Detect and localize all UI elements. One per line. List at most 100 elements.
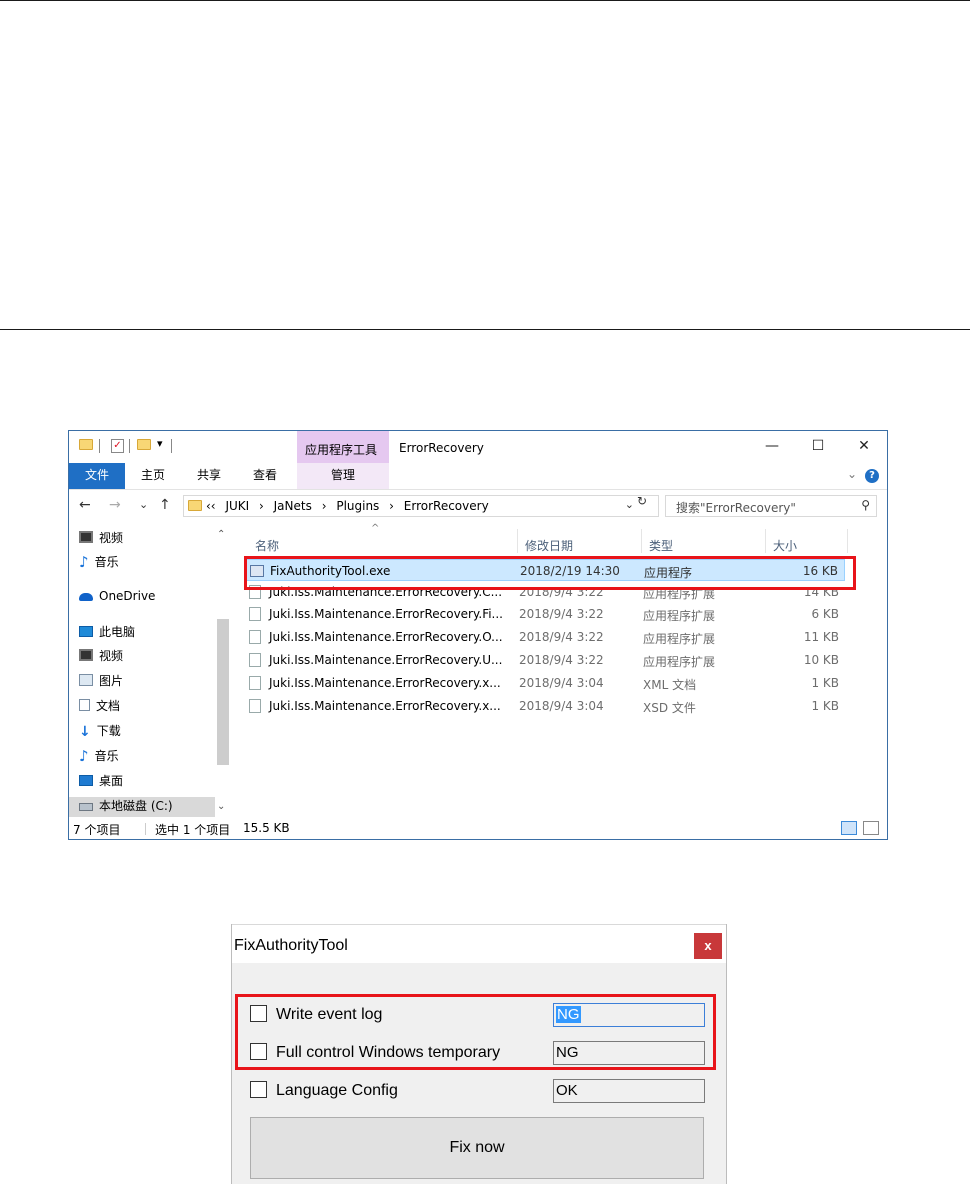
selection-size: 15.5 KB [243,821,290,835]
checkbox[interactable] [250,1005,267,1022]
file-date: 2018/9/4 3:22 [519,630,604,644]
navigation-pane: 视频 ♪ 音乐 OneDrive 此电脑 视频 图片 文档 ↓ 下载 ♪ 音乐 桌面 … [69,523,233,819]
refresh-button[interactable]: ↻ [637,494,647,508]
column-header-date[interactable]: 修改日期 [525,537,573,554]
column-header-size[interactable]: 大小 [773,537,797,554]
column-divider[interactable] [641,529,642,553]
search-placeholder: 搜索"ErrorRecovery" [676,501,796,515]
breadcrumb-juki[interactable]: JUKI [225,499,249,513]
nav-item-documents[interactable]: 文档 [79,697,120,721]
file-row[interactable]: Juki.Iss.Maintenance.ErrorRecovery.U... … [245,649,845,671]
option-write-event-log[interactable]: Write event log [250,1005,382,1024]
new-folder-icon[interactable] [137,439,151,450]
nav-item-label: OneDrive [99,589,156,603]
dll-file-icon [249,607,261,621]
nav-item-videos[interactable]: 视频 [79,529,123,553]
selection-count: 选中 1 个项目 [155,823,231,837]
expand-ribbon-icon[interactable]: ⌄ [847,467,857,481]
maximize-button[interactable]: ☐ [803,435,833,457]
file-row[interactable]: Juki.Iss.Maintenance.ErrorRecovery.O... … [245,626,845,648]
nav-item-downloads[interactable]: ↓ 下载 [79,722,121,746]
close-button[interactable]: ✕ [849,435,879,457]
file-explorer-window: ✓ ▾ 应用程序工具 ErrorRecovery — ☐ ✕ 文件 主页 共享 … [68,430,888,840]
nav-item-label: 文档 [96,699,121,713]
nav-scrollbar[interactable]: ⌃ ⌄ [215,523,231,819]
nav-item-label: 视频 [99,649,124,663]
column-divider[interactable] [517,529,518,553]
search-input[interactable]: 搜索"ErrorRecovery" ⚲ [665,495,877,517]
nav-item-music[interactable]: ♪ 音乐 [79,747,119,771]
file-size: 16 KB [802,564,838,578]
nav-item-desktop[interactable]: 桌面 [79,772,123,796]
up-button[interactable]: ↑ [159,497,171,513]
checkbox[interactable] [250,1081,267,1098]
address-dropdown-icon[interactable]: ⌄ [625,498,634,511]
nav-item-onedrive[interactable]: OneDrive [79,589,155,613]
nav-item-pictures[interactable]: 图片 [79,672,123,696]
file-row-selected[interactable]: FixAuthorityTool.exe 2018/2/19 14:30 应用程… [245,559,845,581]
nav-item-videos[interactable]: 视频 [79,647,123,671]
nav-item-label: 本地磁盘 (C:) [99,799,173,813]
tab-view[interactable]: 查看 [247,463,283,489]
back-button[interactable]: ← [79,497,91,513]
desktop-icon [79,775,93,786]
chevron-right-icon: › [321,499,327,513]
scroll-up-icon[interactable]: ⌃ [217,529,225,540]
status-value: NG [556,1006,581,1023]
option-full-control[interactable]: Full control Windows temporary [250,1043,500,1062]
nav-item-local-disk[interactable]: 本地磁盘 (C:) [69,797,215,817]
tab-manage[interactable]: 管理 [297,463,389,489]
minimize-button[interactable]: — [757,435,787,457]
breadcrumb-overflow[interactable]: ‹‹ [206,499,216,513]
scroll-down-icon[interactable]: ⌄ [217,801,225,812]
scrollbar-thumb[interactable] [217,619,229,765]
dll-file-icon [249,585,261,599]
file-row[interactable]: Juki.Iss.Maintenance.ErrorRecovery.C... … [245,581,845,603]
status-value: OK [556,1082,578,1099]
option-language-config[interactable]: Language Config [250,1081,398,1100]
breadcrumb-errorrecovery[interactable]: ErrorRecovery [404,499,489,513]
fix-now-button[interactable]: Fix now [250,1117,704,1179]
file-type: 应用程序扩展 [643,632,716,646]
customize-qat-icon[interactable]: ▾ [157,437,163,450]
recent-locations-button[interactable]: ⌄ [139,498,148,511]
separator [129,439,130,453]
nav-item-label: 音乐 [94,749,119,763]
file-list: ^ 名称 修改日期 类型 大小 FixAuthorityTool.exe 201… [237,523,887,819]
nav-item-music[interactable]: ♪ 音乐 [79,553,119,577]
xml-file-icon [249,676,261,690]
nav-item-this-pc[interactable]: 此电脑 [79,623,135,647]
dialog-close-button[interactable]: x [694,933,722,959]
help-icon[interactable]: ? [865,469,879,483]
nav-item-label: 视频 [99,531,124,545]
properties-icon[interactable]: ✓ [111,439,124,453]
context-tab-app-tools[interactable]: 应用程序工具 [297,431,389,463]
xsd-file-icon [249,699,261,713]
status-bar: 7 个项目 选中 1 个项目 15.5 KB [69,819,887,839]
tab-share[interactable]: 共享 [191,463,227,489]
column-divider[interactable] [765,529,766,553]
breadcrumb-plugins[interactable]: Plugins [336,499,379,513]
address-bar[interactable]: ‹‹ JUKI › JaNets › Plugins › ErrorRecove… [183,495,659,517]
tab-file[interactable]: 文件 [69,463,125,489]
file-name: FixAuthorityTool.exe [270,564,391,578]
folder-icon [188,500,202,511]
file-date: 2018/2/19 14:30 [520,564,620,578]
file-row[interactable]: Juki.Iss.Maintenance.ErrorRecovery.x... … [245,695,845,717]
file-row[interactable]: Juki.Iss.Maintenance.ErrorRecovery.x... … [245,672,845,694]
column-divider[interactable] [847,529,848,553]
column-header-type[interactable]: 类型 [649,537,673,554]
details-view-icon[interactable] [841,821,857,835]
file-row[interactable]: Juki.Iss.Maintenance.ErrorRecovery.Fi...… [245,603,845,625]
pictures-icon [79,674,93,686]
large-icons-view-icon[interactable] [863,821,879,835]
title-bar: ✓ ▾ 应用程序工具 ErrorRecovery — ☐ ✕ [69,431,887,463]
middle-rule [0,329,970,330]
forward-button[interactable]: → [109,497,121,513]
breadcrumb-janets[interactable]: JaNets [274,499,312,513]
checkbox[interactable] [250,1043,267,1060]
column-header-name[interactable]: 名称 [255,537,279,554]
search-icon[interactable]: ⚲ [861,498,870,512]
tab-home[interactable]: 主页 [135,463,171,489]
this-pc-icon [79,626,93,637]
